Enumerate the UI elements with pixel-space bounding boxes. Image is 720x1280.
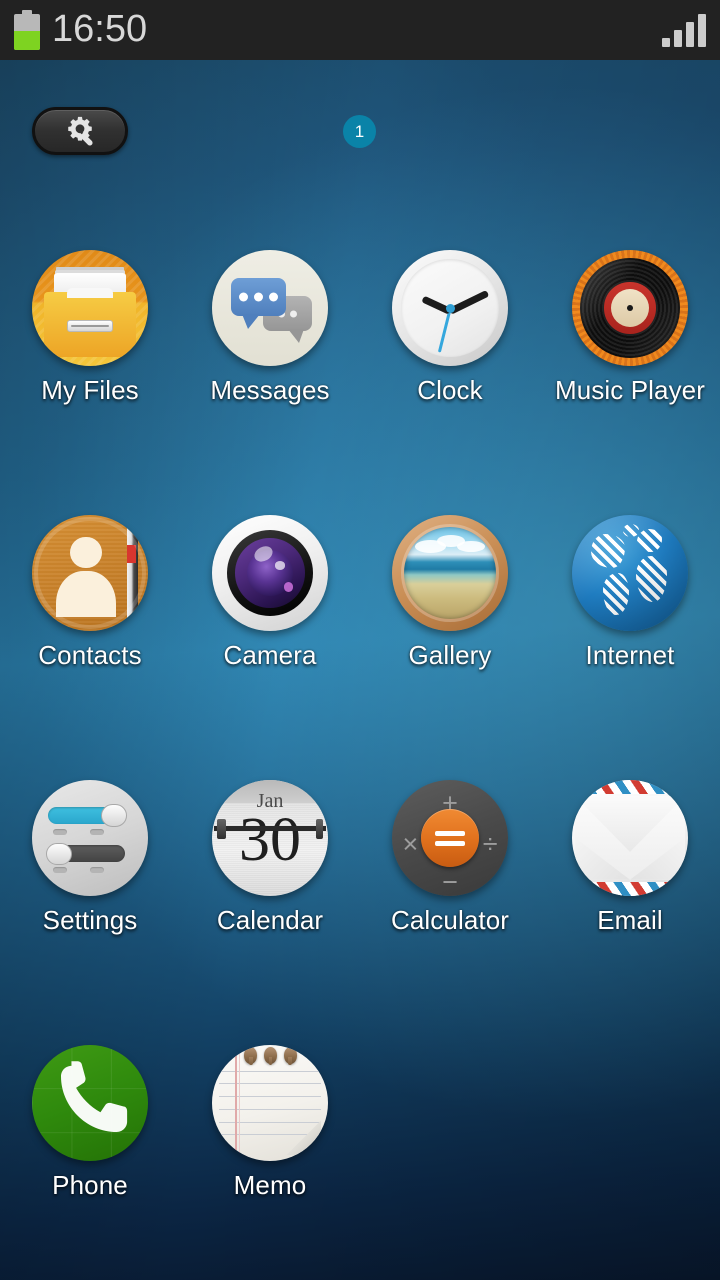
phone-icon: [32, 1045, 148, 1161]
app-clock[interactable]: Clock: [360, 250, 540, 515]
music-player-icon: [572, 250, 688, 366]
app-label: Messages: [210, 375, 330, 405]
app-label: Calendar: [216, 905, 324, 935]
messages-icon: [212, 250, 328, 366]
internet-icon: [572, 515, 688, 631]
app-label: Calculator: [390, 905, 510, 935]
app-label: Email: [597, 905, 663, 935]
app-label: Camera: [223, 640, 317, 670]
camera-icon: [212, 515, 328, 631]
app-label: Contacts: [38, 640, 142, 670]
app-label: Music Player: [554, 375, 705, 405]
app-memo[interactable]: Memo: [180, 1045, 360, 1280]
settings-icon: [32, 780, 148, 896]
email-icon: [572, 780, 688, 896]
app-calculator[interactable]: + − × ÷ Calculator: [360, 780, 540, 1045]
app-label: Internet: [585, 640, 675, 670]
contacts-icon: [32, 515, 148, 631]
clock-icon: [392, 250, 508, 366]
page-indicator[interactable]: 1: [343, 115, 376, 148]
app-label: My Files: [41, 375, 139, 405]
memo-icon: [212, 1045, 328, 1161]
app-camera[interactable]: Camera: [180, 515, 360, 780]
home-edit-button[interactable]: [32, 107, 128, 155]
app-gallery[interactable]: Gallery: [360, 515, 540, 780]
app-calendar[interactable]: Jan 30 Calendar: [180, 780, 360, 1045]
app-messages[interactable]: Messages: [180, 250, 360, 515]
status-bar: 16:50: [0, 0, 720, 60]
calc-times-symbol: ×: [402, 829, 419, 860]
calendar-day: 30: [239, 806, 301, 874]
calculator-icon: + − × ÷: [392, 780, 508, 896]
my-files-icon: [32, 250, 148, 366]
app-label: Memo: [233, 1170, 307, 1200]
app-phone[interactable]: Phone: [0, 1045, 180, 1280]
home-screen: 16:50 1 My Files Messages Clock Music Pl…: [0, 0, 720, 1280]
gear-wrench-icon: [68, 116, 93, 146]
app-music-player[interactable]: Music Player: [540, 250, 720, 515]
calendar-icon: Jan 30: [212, 780, 328, 896]
app-label: Gallery: [408, 640, 492, 670]
app-label: Clock: [417, 375, 483, 405]
calc-minus-symbol: −: [442, 867, 458, 896]
app-label: Phone: [52, 1170, 128, 1200]
calc-divide-symbol: ÷: [482, 829, 498, 860]
battery-icon: [14, 10, 40, 50]
calc-equals-symbol: [421, 809, 479, 867]
status-bar-clock: 16:50: [52, 8, 148, 50]
page-indicator-value: 1: [354, 121, 365, 141]
app-email[interactable]: Email: [540, 780, 720, 1045]
signal-bars-icon: [662, 13, 720, 47]
app-label: Settings: [42, 905, 138, 935]
gallery-icon: [392, 515, 508, 631]
status-bar-left: 16:50: [0, 10, 147, 50]
app-grid: My Files Messages Clock Music Player Con…: [0, 250, 720, 1280]
app-contacts[interactable]: Contacts: [0, 515, 180, 780]
app-settings[interactable]: Settings: [0, 780, 180, 1045]
app-internet[interactable]: Internet: [540, 515, 720, 780]
app-my-files[interactable]: My Files: [0, 250, 180, 515]
